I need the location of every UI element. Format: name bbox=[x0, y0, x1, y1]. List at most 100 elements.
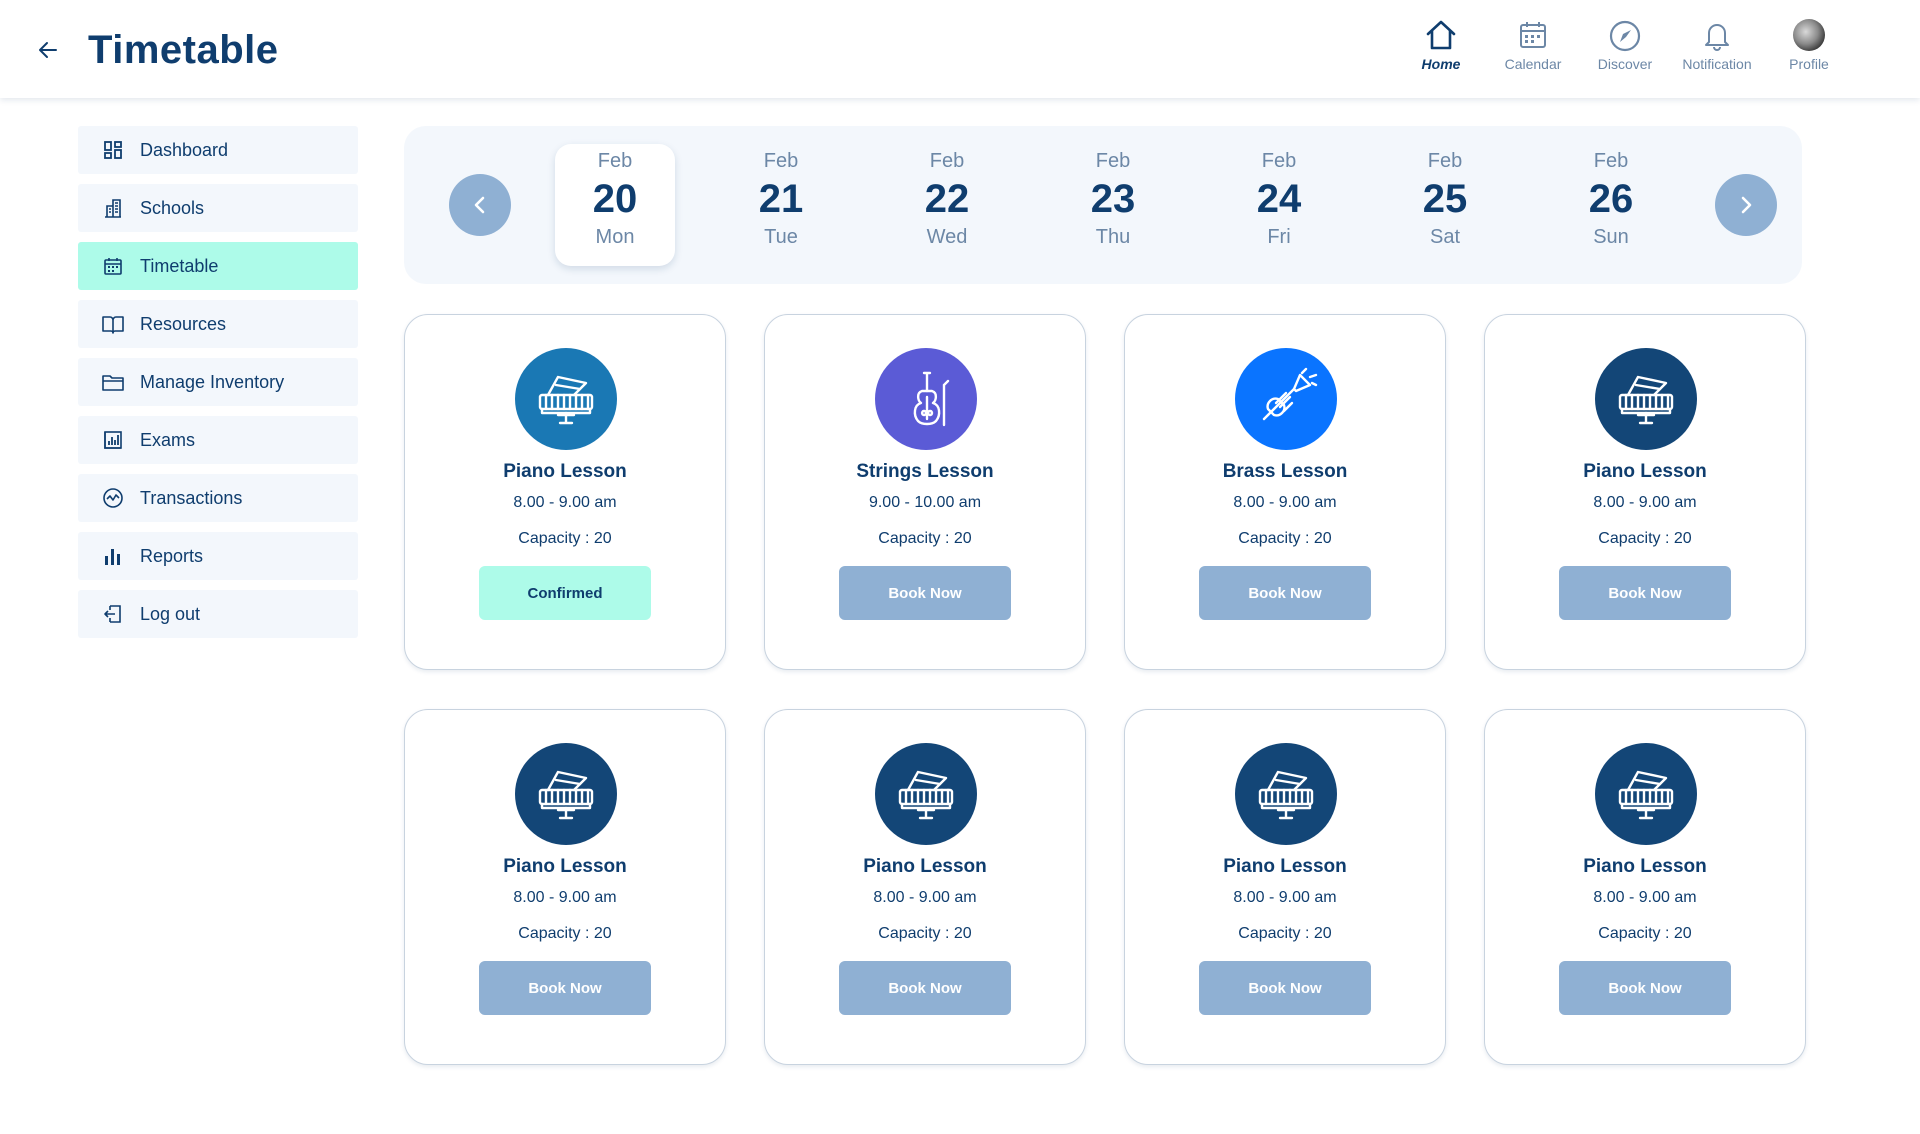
nav-label: Profile bbox=[1789, 56, 1829, 72]
nav-discover[interactable]: Discover bbox=[1579, 18, 1671, 88]
previous-week-button[interactable] bbox=[449, 174, 511, 236]
nav-profile[interactable]: Profile bbox=[1763, 18, 1855, 88]
sidebar-item-label: Reports bbox=[140, 545, 204, 566]
lesson-title: Piano Lesson bbox=[1583, 461, 1707, 482]
date-feb-26[interactable]: Feb 26 Sun bbox=[1551, 144, 1671, 266]
lesson-card: Piano Lesson 8.00 - 9.00 am Capacity : 2… bbox=[764, 709, 1086, 1065]
date-weekday: Fri bbox=[1267, 226, 1291, 248]
date-month: Feb bbox=[1095, 150, 1131, 172]
date-month: Feb bbox=[929, 150, 965, 172]
date-weekday: Sun bbox=[1593, 226, 1629, 248]
back-button[interactable] bbox=[34, 36, 62, 64]
lesson-time: 8.00 - 9.00 am bbox=[513, 889, 617, 906]
book-now-button[interactable]: Book Now bbox=[839, 961, 1011, 1015]
sidebar-item-exams[interactable]: Exams bbox=[78, 416, 358, 464]
lesson-capacity: Capacity : 20 bbox=[518, 925, 612, 942]
lesson-card: Piano Lesson 8.00 - 9.00 am Capacity : 2… bbox=[404, 709, 726, 1065]
sidebar-item-log-out[interactable]: Log out bbox=[78, 590, 358, 638]
book-icon bbox=[102, 316, 124, 334]
chevron-left-icon bbox=[474, 196, 485, 214]
date-weekday: Mon bbox=[595, 226, 635, 248]
sidebar-item-schools[interactable]: Schools bbox=[78, 184, 358, 232]
date-month: Feb bbox=[1593, 150, 1629, 172]
nav-home[interactable]: Home bbox=[1395, 18, 1487, 88]
date-day: 26 bbox=[1588, 177, 1634, 221]
date-feb-21[interactable]: Feb 21 Tue bbox=[721, 144, 841, 266]
date-feb-24[interactable]: Feb 24 Fri bbox=[1219, 144, 1339, 266]
nav-label: Discover bbox=[1597, 56, 1653, 72]
arrow-left-icon bbox=[39, 42, 57, 58]
confirmed-button[interactable]: Confirmed bbox=[479, 566, 651, 620]
lesson-card: Piano Lesson 8.00 - 9.00 am Capacity : 2… bbox=[1124, 709, 1446, 1065]
sidebar-item-label: Dashboard bbox=[140, 139, 229, 160]
lesson-card: Piano Lesson 8.00 - 9.00 am Capacity : 2… bbox=[1484, 314, 1806, 670]
lesson-title: Piano Lesson bbox=[1583, 856, 1707, 877]
sidebar-item-label: Transactions bbox=[140, 487, 243, 508]
bar-chart-icon bbox=[105, 549, 120, 565]
lesson-capacity: Capacity : 20 bbox=[878, 925, 972, 942]
lesson-time: 8.00 - 9.00 am bbox=[1233, 494, 1337, 511]
lesson-title: Piano Lesson bbox=[863, 856, 987, 877]
lesson-title: Strings Lesson bbox=[856, 461, 994, 482]
nav-notification[interactable]: Notification bbox=[1671, 18, 1763, 88]
sidebar-item-dashboard[interactable]: Dashboard bbox=[78, 126, 358, 174]
date-weekday: Tue bbox=[764, 226, 798, 248]
sidebar-item-reports[interactable]: Reports bbox=[78, 532, 358, 580]
lesson-title: Brass Lesson bbox=[1222, 461, 1348, 482]
date-feb-22[interactable]: Feb 22 Wed bbox=[887, 144, 1007, 266]
violin-icon bbox=[913, 371, 950, 427]
calendar-icon bbox=[1520, 22, 1546, 48]
date-feb-20[interactable]: Feb 20 Mon bbox=[555, 144, 675, 266]
book-now-button[interactable]: Book Now bbox=[1199, 961, 1371, 1015]
date-feb-23[interactable]: Feb 23 Thu bbox=[1053, 144, 1173, 266]
avatar bbox=[1793, 19, 1825, 51]
date-day: 24 bbox=[1256, 177, 1302, 221]
sidebar-item-timetable[interactable]: Timetable bbox=[78, 242, 358, 290]
lesson-capacity: Capacity : 20 bbox=[878, 530, 972, 547]
lesson-icon-circle bbox=[1595, 348, 1697, 450]
home-icon bbox=[1426, 20, 1456, 50]
nav-label: Notification bbox=[1682, 56, 1752, 72]
page-title: Timetable bbox=[88, 28, 279, 72]
lesson-title: Piano Lesson bbox=[503, 856, 627, 877]
sidebar-item-label: Log out bbox=[140, 603, 201, 624]
lesson-time: 8.00 - 9.00 am bbox=[513, 494, 617, 511]
sidebar-item-label: Schools bbox=[140, 197, 205, 218]
nav-calendar[interactable]: Calendar bbox=[1487, 18, 1579, 88]
date-weekday: Sat bbox=[1429, 226, 1461, 248]
date-selector: Feb 20 Mon Feb 21 Tue Feb 22 Wed Feb 23 … bbox=[404, 126, 1802, 284]
sidebar: Dashboard Schools Timetable Resources Ma… bbox=[78, 126, 358, 648]
date-weekday: Thu bbox=[1095, 226, 1131, 248]
lesson-icon-circle bbox=[515, 743, 617, 845]
piano-icon bbox=[538, 770, 594, 820]
date-feb-25[interactable]: Feb 25 Sat bbox=[1385, 144, 1505, 266]
piano-icon bbox=[538, 375, 594, 425]
trumpet-icon bbox=[1262, 367, 1318, 421]
date-month: Feb bbox=[1427, 150, 1463, 172]
lesson-time: 8.00 - 9.00 am bbox=[1233, 889, 1337, 906]
sidebar-item-manage-inventory[interactable]: Manage Inventory bbox=[78, 358, 358, 406]
book-now-button[interactable]: Book Now bbox=[839, 566, 1011, 620]
book-now-button[interactable]: Book Now bbox=[1199, 566, 1371, 620]
piano-icon bbox=[1618, 770, 1674, 820]
book-now-button[interactable]: Book Now bbox=[1559, 566, 1731, 620]
dashboard-icon bbox=[104, 141, 122, 159]
date-month: Feb bbox=[763, 150, 799, 172]
book-now-button[interactable]: Book Now bbox=[479, 961, 651, 1015]
next-week-button[interactable] bbox=[1715, 174, 1777, 236]
lesson-icon-circle bbox=[1235, 348, 1337, 450]
date-day: 25 bbox=[1422, 177, 1468, 221]
bell-icon bbox=[1705, 24, 1729, 51]
lesson-card: Brass Lesson 8.00 - 9.00 am Capacity : 2… bbox=[1124, 314, 1446, 670]
lesson-icon-circle bbox=[1595, 743, 1697, 845]
folder-icon bbox=[102, 375, 124, 391]
book-now-button[interactable]: Book Now bbox=[1559, 961, 1731, 1015]
date-month: Feb bbox=[1261, 150, 1297, 172]
sidebar-item-label: Manage Inventory bbox=[140, 371, 285, 392]
calendar-icon bbox=[104, 258, 122, 275]
piano-icon bbox=[1258, 770, 1314, 820]
sidebar-item-resources[interactable]: Resources bbox=[78, 300, 358, 348]
sidebar-item-transactions[interactable]: Transactions bbox=[78, 474, 358, 522]
lesson-icon-circle bbox=[875, 348, 977, 450]
lesson-time: 9.00 - 10.00 am bbox=[868, 494, 982, 511]
